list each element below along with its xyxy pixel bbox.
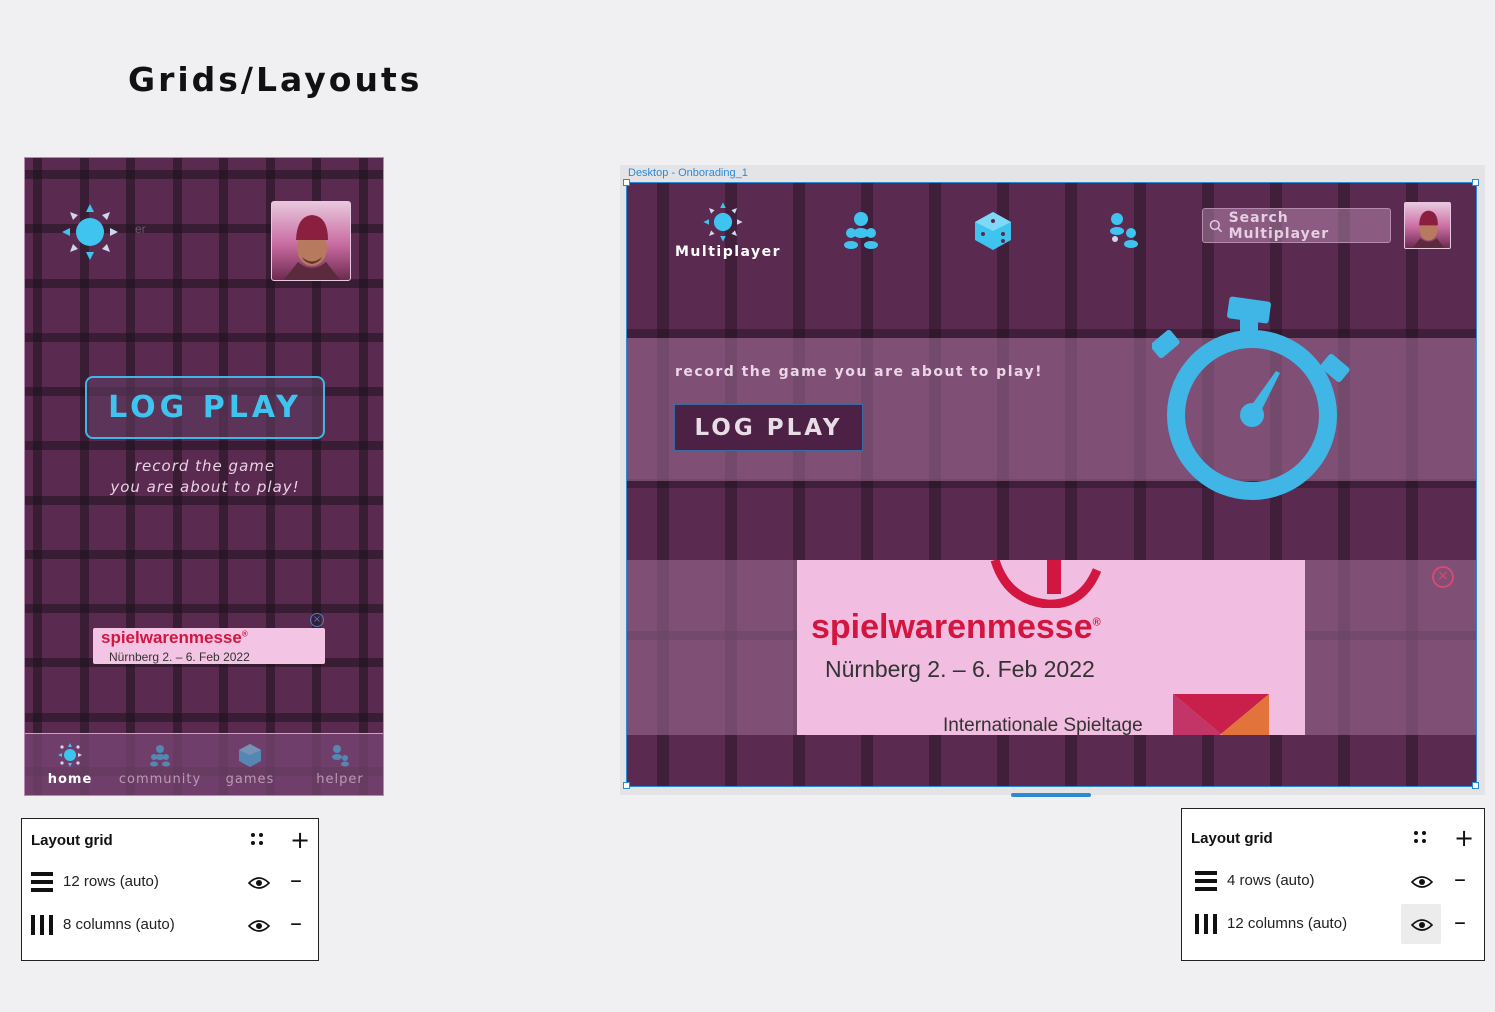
remove-grid-button[interactable]: – [1454,867,1466,891]
bottom-nav: home community games helper [25,733,383,795]
user-photo-icon [1412,210,1445,248]
desktop-frame[interactable]: Multiplayer Search Multiplayer record th… [627,183,1476,786]
brand-name[interactable]: Multiplayer [675,244,781,260]
nav-label: helper [316,772,364,787]
helper-icon [332,745,349,767]
log-play-button[interactable]: LOG PLAY [674,404,863,451]
rows-icon[interactable] [31,872,53,892]
resize-handle[interactable] [1472,782,1479,789]
eye-icon[interactable] [1411,875,1433,889]
ad-subtitle: Nürnberg 2. – 6. Feb 2022 [109,650,250,664]
nav-item-home[interactable]: home [26,742,114,787]
record-caption: record the game you are about to play! [110,457,300,496]
columns-setting[interactable]: 8 columns (auto) [63,916,175,933]
close-icon[interactable]: × [310,613,324,627]
nav-label: home [47,772,93,787]
rows-setting[interactable]: 12 rows (auto) [63,873,159,890]
sun-logo-icon[interactable] [702,201,744,243]
sun-logo-icon[interactable] [60,202,120,262]
rows-setting[interactable]: 4 rows (auto) [1227,872,1315,889]
resize-handle[interactable] [623,782,630,789]
resize-handle[interactable] [623,179,630,186]
resize-handle[interactable] [1472,179,1479,186]
log-play-button[interactable]: LOG PLAY [85,376,325,439]
columns-setting[interactable]: 12 columns (auto) [1227,915,1347,932]
panel-heading: Layout grid [31,832,113,849]
ad-brand: spielwarenmesse® [101,628,248,647]
avatar[interactable] [1404,202,1451,249]
hero-text: record the game you are about to play! [675,364,1044,380]
remove-grid-button[interactable]: – [290,868,302,892]
panel-heading: Layout grid [1191,830,1273,847]
nav-label: community [118,772,202,787]
add-grid-button[interactable]: + [1454,826,1474,850]
dice-icon [239,744,261,767]
nav-item-community[interactable]: community [116,742,204,787]
ad-logo-wheel-icon [990,560,1102,608]
ad-subtitle: Nürnberg 2. – 6. Feb 2022 [825,656,1095,682]
sun-icon [58,743,82,767]
dice-icon[interactable] [971,209,1015,253]
eye-icon[interactable] [1411,918,1433,932]
ghost-text: er [135,222,146,236]
columns-icon[interactable] [1195,914,1217,934]
search-input[interactable]: Search Multiplayer [1202,208,1391,243]
nav-label: games [225,772,275,787]
remove-grid-button[interactable]: – [290,911,302,935]
ad-emblem-icon [1173,694,1269,735]
columns-icon[interactable] [31,915,53,935]
user-photo-icon [283,215,341,280]
nav-item-games[interactable]: games [206,742,294,787]
search-icon [1209,219,1223,232]
ad-footer: Internationale Spieltage [943,715,1143,735]
nav-item-helper[interactable]: helper [296,742,383,787]
scrollbar[interactable] [1011,793,1091,797]
frame-label[interactable]: Desktop - Onborading_1 [628,167,748,179]
layout-grid-panel: Layout grid + 4 rows (auto) – 12 columns… [1181,808,1485,961]
community-icon[interactable] [839,209,883,253]
ad-banner[interactable]: spielwarenmesse® Nürnberg 2. – 6. Feb 20… [797,560,1305,735]
add-grid-button[interactable]: + [290,828,310,852]
ad-banner[interactable]: spielwarenmesse® Nürnberg 2. – 6. Feb 20… [93,628,325,664]
search-placeholder: Search Multiplayer [1228,209,1330,242]
eye-icon[interactable] [248,919,270,933]
helper-icon[interactable] [1103,209,1147,253]
page-title: Grids/Layouts [128,60,423,99]
close-icon[interactable]: × [1432,566,1454,588]
grid-styles-icon[interactable] [251,833,265,847]
avatar[interactable] [271,201,351,281]
grid-styles-icon[interactable] [1414,831,1428,845]
community-icon [150,745,170,767]
mobile-frame[interactable]: er LOG PLAY record the game you are abou… [24,157,384,796]
layout-grid-panel: Layout grid + 12 rows (auto) – 8 columns… [21,818,319,961]
ad-brand: spielwarenmesse® [811,608,1101,646]
remove-grid-button[interactable]: – [1454,910,1466,934]
eye-icon[interactable] [248,876,270,890]
stopwatch-icon [1152,296,1350,500]
rows-icon[interactable] [1195,871,1217,891]
